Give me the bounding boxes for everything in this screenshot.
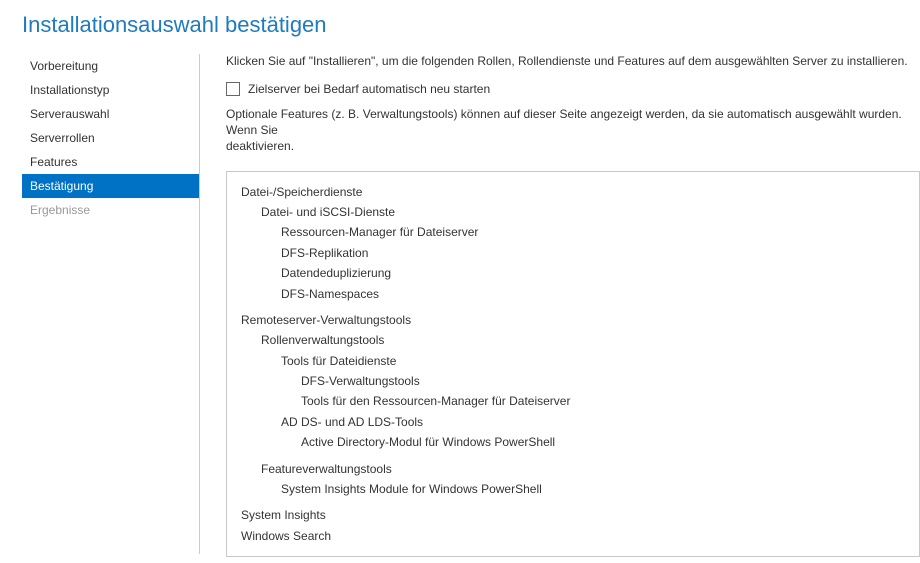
tree-item: System Insights Module for Windows Power…	[241, 479, 905, 499]
tree-item: Remoteserver-Verwaltungstools	[241, 310, 905, 330]
selection-tree: Datei-/SpeicherdiensteDatei- und iSCSI-D…	[226, 171, 920, 558]
tree-item: Windows Search	[241, 526, 905, 546]
sidebar-item-installationstyp[interactable]: Installationstyp	[22, 78, 199, 102]
tree-item: AD DS- und AD LDS-Tools	[241, 412, 905, 432]
sidebar-item-serverrollen[interactable]: Serverrollen	[22, 126, 199, 150]
sidebar-item-features[interactable]: Features	[22, 150, 199, 174]
sidebar-item-serverauswahl[interactable]: Serverauswahl	[22, 102, 199, 126]
main-panel: Klicken Sie auf "Installieren", um die f…	[200, 54, 920, 557]
tree-item: Ressourcen-Manager für Dateiserver	[241, 222, 905, 242]
sidebar-item-vorbereitung[interactable]: Vorbereitung	[22, 54, 199, 78]
page-title: Installationsauswahl bestätigen	[0, 0, 920, 54]
tree-item: Active Directory-Modul für Windows Power…	[241, 432, 905, 452]
tree-item: Datei- und iSCSI-Dienste	[241, 202, 905, 222]
tree-item: System Insights	[241, 505, 905, 525]
wizard-steps-sidebar: Vorbereitung Installationstyp Serverausw…	[0, 54, 200, 554]
tree-item: Tools für den Ressourcen-Manager für Dat…	[241, 391, 905, 411]
content-area: Vorbereitung Installationstyp Serverausw…	[0, 54, 920, 557]
restart-checkbox-row: Zielserver bei Bedarf automatisch neu st…	[226, 82, 920, 96]
tree-item: Datendeduplizierung	[241, 263, 905, 283]
intro-text: Klicken Sie auf "Installieren", um die f…	[226, 54, 920, 68]
tree-item: Featureverwaltungstools	[241, 459, 905, 479]
tree-item: DFS-Namespaces	[241, 284, 905, 304]
tree-item: DFS-Verwaltungstools	[241, 371, 905, 391]
tree-item: DFS-Replikation	[241, 243, 905, 263]
tree-item: Datei-/Speicherdienste	[241, 182, 905, 202]
tree-item: Rollenverwaltungstools	[241, 330, 905, 350]
restart-checkbox[interactable]	[226, 82, 240, 96]
tree-item: Tools für Dateidienste	[241, 351, 905, 371]
sidebar-item-ergebnisse: Ergebnisse	[22, 198, 199, 222]
restart-checkbox-label: Zielserver bei Bedarf automatisch neu st…	[248, 82, 490, 96]
optional-features-note: Optionale Features (z. B. Verwaltungstoo…	[226, 106, 920, 155]
sidebar-item-bestaetigung[interactable]: Bestätigung	[22, 174, 199, 198]
